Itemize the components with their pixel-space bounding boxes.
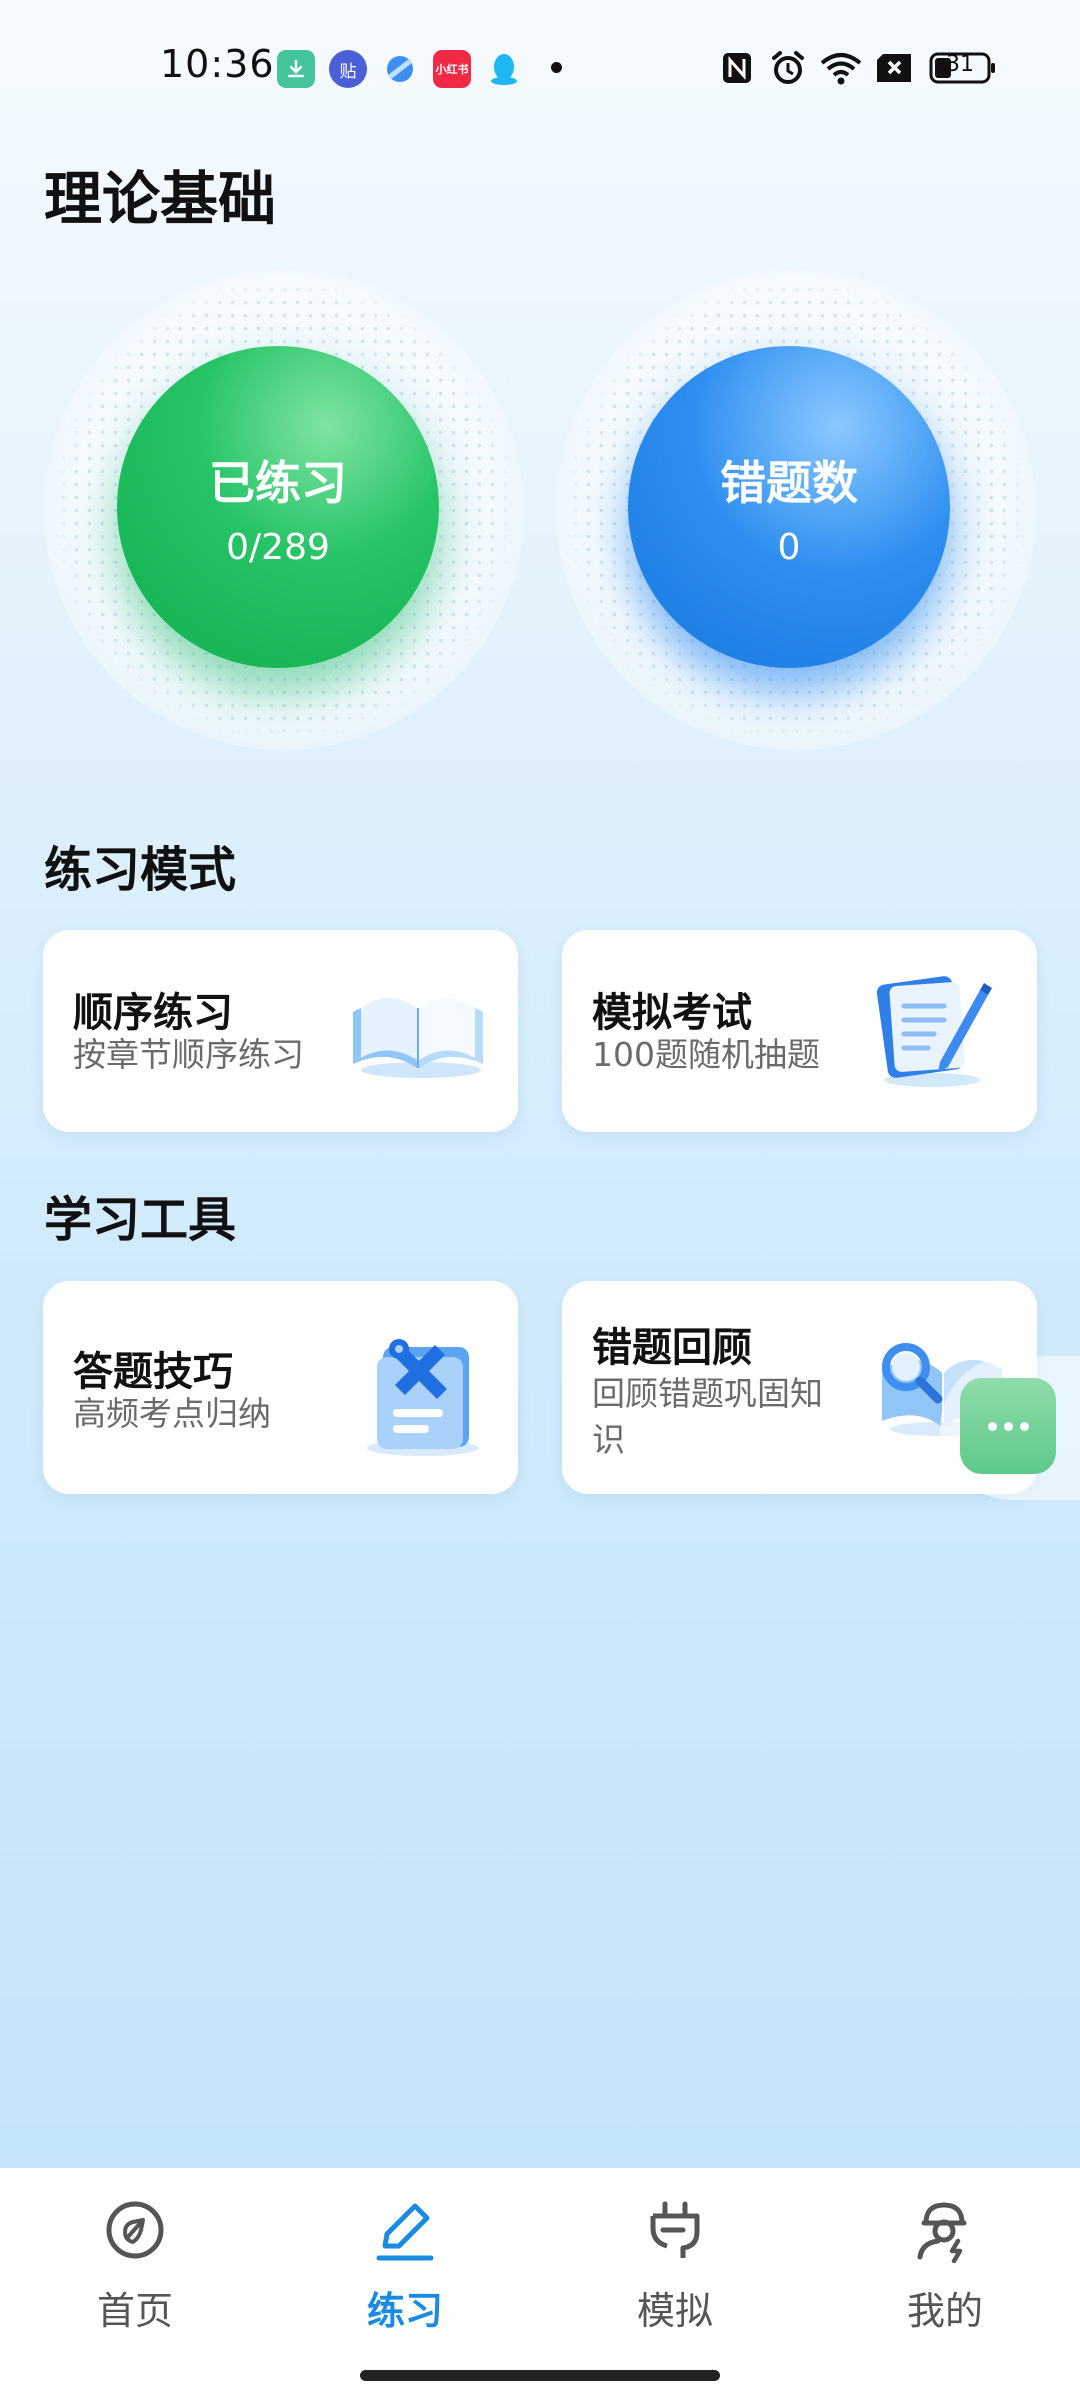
nav-item-practice[interactable]: 练习	[270, 2168, 540, 2368]
practiced-label: 已练习	[209, 455, 347, 510]
sequential-practice-card[interactable]: 顺序练习 按章节顺序练习	[43, 930, 518, 1132]
answer-tips-card[interactable]: 答题技巧 高频考点归纳	[43, 1281, 518, 1494]
simulate-icon	[637, 2192, 713, 2268]
profile-icon	[907, 2192, 983, 2268]
browser-icon	[381, 50, 419, 88]
card-subtitle: 高频考点归纳	[73, 1394, 271, 1433]
pencil-icon	[367, 2192, 443, 2268]
card-subtitle-line1: 回顾错题巩固知	[592, 1374, 823, 1413]
nav-label-simulate: 模拟	[636, 2289, 713, 2333]
practiced-stat-circle[interactable]: 已练习 0/289	[117, 346, 439, 668]
exam-paper-pen-icon	[862, 970, 1002, 1094]
qq-icon	[485, 50, 523, 88]
card-title: 顺序练习	[73, 990, 233, 1036]
nav-item-home[interactable]: 首页	[0, 2168, 270, 2368]
card-subtitle: 按章节顺序练习	[73, 1035, 304, 1074]
more-dots-icon[interactable]	[960, 1378, 1056, 1474]
status-time: 10:36	[160, 42, 275, 86]
home-icon	[97, 2192, 173, 2268]
practiced-value: 0/289	[226, 526, 330, 568]
nav-label-home: 首页	[96, 2289, 173, 2333]
card-subtitle-line2: 识	[592, 1420, 625, 1459]
study-tools-heading: 学习工具	[44, 1192, 237, 1248]
alarm-icon	[769, 48, 807, 88]
xiaohongshu-icon: 小红书	[433, 50, 471, 88]
card-title: 错题回顾	[592, 1325, 752, 1371]
mistakes-stat-circle[interactable]: 错题数 0	[628, 346, 950, 668]
page-title: 理论基础	[44, 165, 277, 233]
mistakes-value: 0	[777, 526, 801, 568]
xhs-icon-text: 小红书	[435, 63, 469, 76]
mock-exam-card[interactable]: 模拟考试 100题随机抽题	[562, 930, 1037, 1132]
nav-label-practice: 练习	[366, 2289, 443, 2333]
nav-label-mine: 我的	[906, 2289, 983, 2333]
bottom-nav: 首页 练习 模拟 我的	[0, 2168, 1080, 2400]
document-wrench-icon	[343, 1333, 493, 1467]
mistakes-label: 错题数	[720, 455, 858, 510]
no-sim-icon	[874, 48, 914, 88]
card-title: 模拟考试	[592, 990, 752, 1036]
wifi-icon	[818, 48, 864, 88]
download-icon	[277, 50, 315, 88]
home-indicator[interactable]	[360, 2370, 720, 2381]
card-subtitle: 100题随机抽题	[592, 1035, 820, 1074]
tieba-icon: 贴	[329, 50, 367, 88]
tieba-icon-text: 贴	[339, 61, 357, 82]
battery-icon: 31	[928, 48, 998, 88]
card-title: 答题技巧	[73, 1349, 233, 1395]
nfc-icon	[720, 48, 754, 88]
practice-mode-heading: 练习模式	[44, 842, 237, 898]
more-notifications-dot	[551, 62, 562, 73]
nav-item-simulate[interactable]: 模拟	[540, 2168, 810, 2368]
status-bar: 10:36 贴 小红书 31	[0, 0, 1080, 130]
open-book-icon	[343, 972, 493, 1086]
battery-level: 31	[946, 52, 974, 77]
nav-item-mine[interactable]: 我的	[810, 2168, 1080, 2368]
